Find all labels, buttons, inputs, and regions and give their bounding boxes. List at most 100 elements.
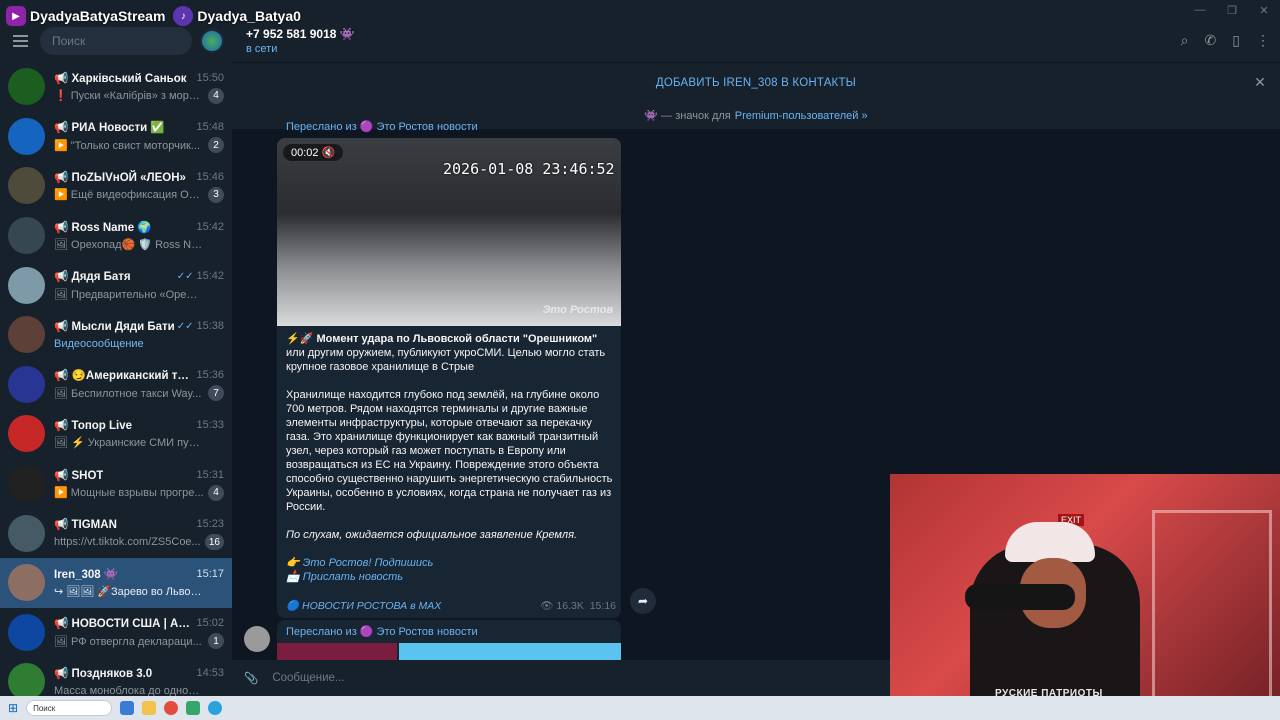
unread-badge: 4 (208, 87, 224, 104)
message-input[interactable]: Сообщение... (272, 672, 344, 684)
taskbar: ⊞ Поиск (0, 696, 1280, 720)
chat-avatar (8, 316, 45, 354)
video-thumbnail[interactable]: 00:02 🔇 2026-01-08 23:46:52 Это Ростов (277, 138, 621, 326)
read-check-icon: ✓✓ (176, 271, 194, 283)
chat-avatar (8, 217, 45, 255)
status-emoji-icon[interactable] (200, 29, 224, 53)
subscribe-link[interactable]: 👉 Это Ростов! Подпишись (286, 556, 616, 570)
chat-avatar (8, 465, 45, 503)
message-title-rest: или другим оружием, публикуют укроСМИ. Ц… (286, 347, 606, 373)
sender-avatar[interactable] (244, 626, 270, 652)
taskbar-search[interactable]: Поиск (26, 700, 113, 716)
chat-list: 📢 Харківський Саньок 15:50 ❗ Пуски «Калі… (0, 62, 232, 707)
chat-avatar (8, 415, 45, 453)
message-text: ⚡🚀 Момент удара по Львовской области "Ор… (286, 332, 616, 584)
message-time: 15:16 (589, 600, 616, 612)
chat-item[interactable]: 📢 ПоZЫVнОЙ «ЛЕОН» 15:46 ▶️ Ещё видеофикс… (0, 161, 232, 211)
stream-overlay: ▶ DyadyaBatyaStream ♪ Dyadya_Batya0 (6, 6, 305, 26)
read-check-icon: ✓✓ (176, 320, 194, 332)
chat-preview: Видеосообщение (54, 337, 144, 350)
unread-badge: 2 (208, 137, 224, 154)
chat-time: 15:31 (196, 468, 224, 481)
tiktok-icon: ♪ (173, 6, 194, 26)
chat-name: 📢 ПоZЫVнОЙ «ЛЕОН» (54, 171, 186, 184)
attach-icon[interactable]: 📎 (244, 671, 258, 685)
forwarded-header[interactable]: Переслано из 🟣 Это Ростов новости (286, 120, 478, 133)
chat-name: Iren_308 👾 (54, 568, 119, 581)
tiktok-channel-name: Dyadya_Batya0 (197, 8, 301, 24)
chat-item[interactable]: 📢 TIGMAN 15:23 https://vt.tiktok.com/ZS5… (0, 508, 232, 558)
chat-name: 📢 😏Американский тре... (54, 370, 194, 383)
chat-time: 15:36 (196, 369, 224, 382)
chat-avatar (8, 167, 45, 205)
message-paragraph: Хранилище находится глубоко под землёй, … (286, 389, 613, 513)
app-icon[interactable] (186, 701, 201, 715)
chrome-icon[interactable] (164, 701, 179, 715)
microphone (965, 584, 1075, 610)
forwarded-header-2[interactable]: Переслано из 🟣 Это Ростов новости (277, 620, 621, 643)
premium-link[interactable]: Premium-пользователей » (735, 110, 868, 122)
unread-badge: 7 (208, 385, 224, 402)
title-emoji: ⚡🚀 (286, 333, 317, 345)
unread-badge: 4 (208, 484, 224, 501)
add-contact-button[interactable]: ДОБАВИТЬ IREN_308 В КОНТАКТЫ (656, 77, 856, 89)
search-input[interactable]: Поиск (40, 27, 192, 55)
shelf (1152, 510, 1272, 710)
message-title: Момент удара по Львовской области "Орешн… (316, 333, 598, 345)
chat-item[interactable]: 📢 Ross Name 🌍 15:42 🖼 Орехопад🏀 🛡️ Ross … (0, 211, 232, 261)
explorer-icon[interactable] (142, 701, 157, 715)
message-bubble: 00:02 🔇 2026-01-08 23:46:52 Это Ростов ⚡… (277, 138, 621, 618)
source-link[interactable]: 🔵 НОВОСТИ РОСТОВА в MAX (286, 599, 441, 612)
chat-avatar (8, 266, 45, 304)
youtube-icon: ▶ (6, 6, 26, 26)
search-icon[interactable]: ⌕ (1181, 32, 1189, 49)
windows-start-icon[interactable]: ⊞ (8, 701, 18, 715)
chat-item[interactable]: 📢 РИА Новости ✅ 15:48 ▶️ "Только свист м… (0, 112, 232, 162)
chat-preview: 🖼 Предварительно «Орешник... (54, 288, 204, 301)
minimize-icon[interactable]: — (1184, 0, 1216, 20)
chat-time: 15:38 (196, 319, 224, 332)
video-duration[interactable]: 00:02 🔇 (283, 144, 344, 161)
chat-avatar (8, 564, 45, 602)
chat-item[interactable]: 📢 Мысли Дяди Бати ✓✓ 15:38 Видеосообщение (0, 310, 232, 360)
youtube-channel-name: DyadyaBatyaStream (30, 8, 166, 24)
phone-icon[interactable]: ✆ (1205, 32, 1217, 49)
maximize-icon[interactable]: ❐ (1216, 0, 1248, 20)
chat-avatar (8, 68, 45, 106)
chat-name: 📢 НОВОСТИ США | АМЕ... (54, 618, 194, 631)
premium-text: 👾 — значок для (644, 110, 731, 122)
chat-item[interactable]: 📢 Топор Live 15:33 🖼 ⚡ Украинские СМИ пу… (0, 409, 232, 459)
chat-preview: ❗ Пуски «Калібрів» з моря ... (54, 90, 204, 103)
chat-time: 15:50 (196, 71, 224, 84)
chat-list-sidebar: Поиск 📢 Харківський Саньок 15:50 ❗ Пуски… (0, 20, 232, 701)
chat-status: в сети (246, 43, 278, 55)
unread-badge: 16 (204, 534, 224, 551)
chat-title[interactable]: +7 952 581 9018 👾 (246, 27, 355, 41)
chat-name: 📢 Ross Name 🌍 (54, 221, 152, 234)
send-news-link[interactable]: 📩 Прислать новость (286, 570, 616, 584)
chat-preview: 🖼 ⚡ Украинские СМИ публик... (54, 437, 204, 450)
menu-icon[interactable] (8, 35, 32, 47)
message-rumor: По слухам, ожидается официальное заявлен… (286, 529, 578, 541)
chat-avatar (8, 514, 45, 552)
widgets-icon[interactable] (120, 701, 135, 715)
chat-name: 📢 Дядя Батя (54, 271, 131, 284)
chat-avatar (8, 365, 45, 403)
chat-item[interactable]: 📢 Харківський Саньок 15:50 ❗ Пуски «Калі… (0, 62, 232, 112)
chat-header: +7 952 581 9018 👾 в сети ⌕ ✆ ▯ ⋮ (232, 20, 1280, 62)
more-icon[interactable]: ⋮ (1256, 32, 1270, 49)
chat-item[interactable]: 📢 НОВОСТИ США | АМЕ... 15:02 🖼 РФ отверг… (0, 608, 232, 658)
chat-item[interactable]: 📢 😏Американский тре... 15:36 🖼 Беспилотн… (0, 360, 232, 410)
sidebar-toggle-icon[interactable]: ▯ (1232, 32, 1240, 49)
close-window-icon[interactable]: ✕ (1248, 0, 1280, 20)
telegram-icon[interactable] (208, 701, 223, 715)
chat-item[interactable]: Iren_308 👾 15:17 ↪ 🖼🖼 🚀Зарево во Львовск… (0, 557, 232, 608)
video-watermark: Это Ростов (542, 304, 613, 316)
forward-share-icon[interactable]: ➦ (630, 588, 656, 614)
video-datestamp: 2026-01-08 23:46:52 (443, 160, 615, 178)
chat-avatar (8, 613, 45, 651)
close-icon[interactable]: ✕ (1254, 74, 1266, 91)
chat-item[interactable]: 📢 SHOT 15:31 ▶️ Мощные взрывы прогре... … (0, 459, 232, 509)
add-contact-bar[interactable]: ДОБАВИТЬ IREN_308 В КОНТАКТЫ ✕ (232, 62, 1280, 102)
chat-item[interactable]: 📢 Дядя Батя ✓✓ 15:42 🖼 Предварительно «Ор… (0, 260, 232, 310)
